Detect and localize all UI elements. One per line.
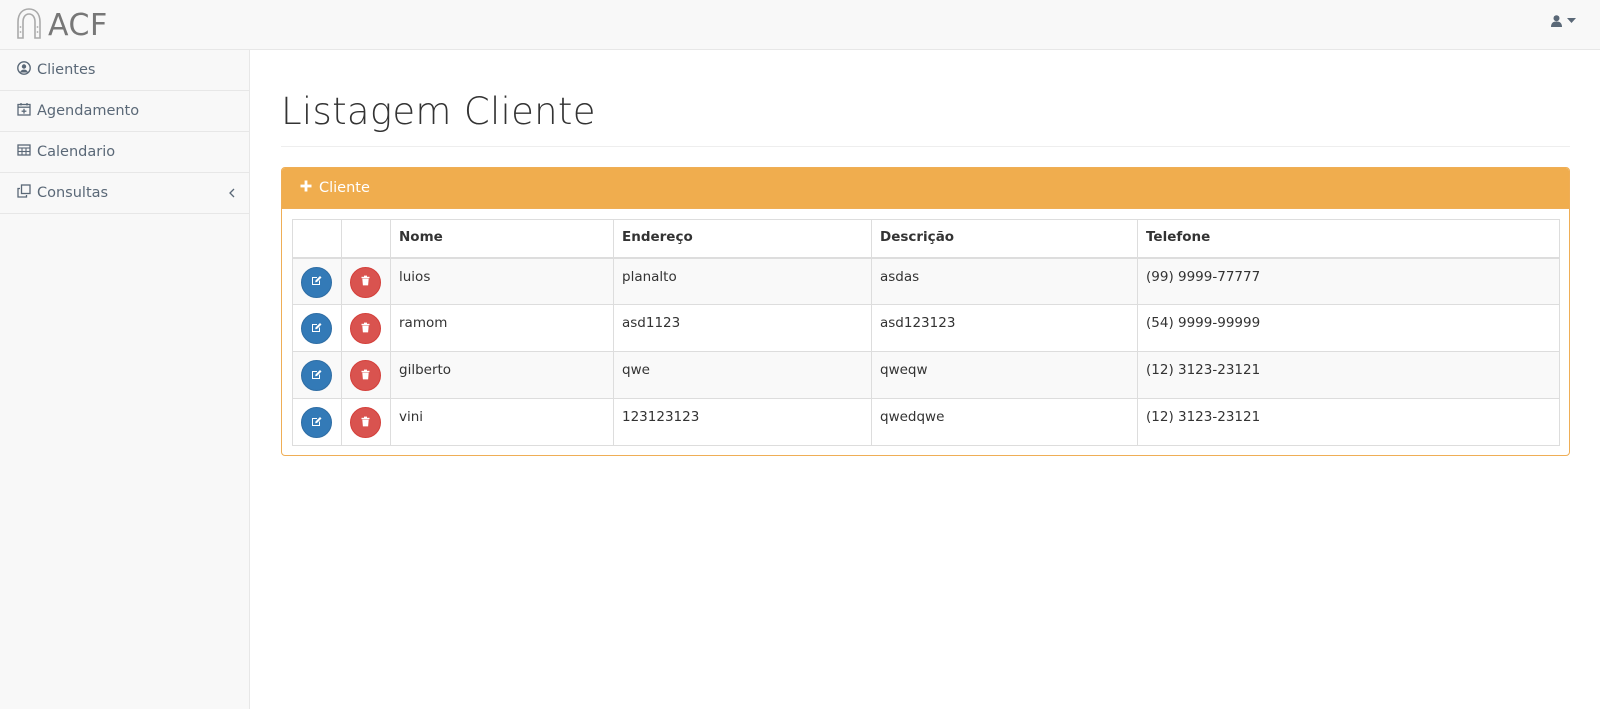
table-row: ramom asd1123 asd123123 (54) 9999-99999 [292, 304, 1560, 352]
table-row: vini 123123123 qwedqwe (12) 3123-23121 [292, 398, 1560, 446]
panel-body: Nome Endereço Descrição Telefone luios p… [282, 209, 1569, 455]
cell-endereco: 123123123 [613, 398, 872, 446]
plus-icon [300, 180, 319, 196]
delete-button[interactable] [350, 313, 381, 344]
trash-icon [360, 321, 371, 337]
sidebar: Clientes Agendamento Calendario Consulta… [0, 50, 250, 709]
page-title: Listagem Cliente [281, 90, 596, 133]
cell-descricao: asd123123 [871, 304, 1138, 352]
add-cliente-button[interactable]: Cliente [282, 168, 1569, 209]
sidebar-item-label: Agendamento [37, 103, 140, 119]
cell-telefone: (99) 9999-77777 [1137, 257, 1560, 305]
header-telefone: Telefone [1137, 219, 1560, 259]
calendar-plus-icon [17, 102, 37, 120]
sidebar-item-calendario[interactable]: Calendario [0, 132, 249, 173]
trash-icon [360, 368, 371, 384]
edit-icon [311, 321, 322, 337]
sidebar-item-agendamento[interactable]: Agendamento [0, 91, 249, 132]
sidebar-item-clientes[interactable]: Clientes [0, 50, 249, 91]
table-header-row: Nome Endereço Descrição Telefone [292, 219, 1560, 259]
edit-icon [311, 415, 322, 431]
header-edit-col [292, 219, 342, 259]
header-nome: Nome [390, 219, 614, 259]
cell-descricao: qweqw [871, 351, 1138, 399]
edit-icon [311, 368, 322, 384]
main-content: Listagem Cliente Cliente Nome Endereço D… [281, 50, 1570, 456]
sidebar-item-consultas[interactable]: Consultas [0, 173, 249, 214]
clientes-panel: Cliente Nome Endereço Descrição Telefone [281, 167, 1570, 456]
cell-telefone: (12) 3123-23121 [1137, 351, 1560, 399]
sidebar-item-label: Calendario [37, 144, 116, 160]
cell-nome: gilberto [390, 351, 614, 399]
delete-button[interactable] [350, 407, 381, 438]
clone-icon [17, 184, 37, 202]
cell-endereco: asd1123 [613, 304, 872, 352]
user-circle-icon [17, 61, 37, 79]
edit-button[interactable] [301, 360, 332, 391]
chevron-left-icon[interactable] [225, 186, 235, 200]
clientes-table: Nome Endereço Descrição Telefone luios p… [292, 219, 1560, 446]
table-icon [17, 143, 37, 161]
edit-icon [311, 274, 322, 290]
horseshoe-logo-icon [14, 7, 44, 43]
edit-button[interactable] [301, 313, 332, 344]
sidebar-item-label: Consultas [37, 185, 109, 201]
header-endereco: Endereço [613, 219, 872, 259]
user-icon [1551, 15, 1562, 27]
header-delete-col [341, 219, 391, 259]
sidebar-item-label: Clientes [37, 62, 96, 78]
cell-nome: luios [390, 257, 614, 305]
edit-button[interactable] [301, 266, 332, 298]
title-divider [281, 146, 1570, 147]
cell-descricao: asdas [871, 257, 1138, 305]
add-cliente-label: Cliente [319, 180, 370, 196]
trash-icon [360, 415, 371, 431]
caret-down-icon [1567, 18, 1576, 24]
edit-button[interactable] [301, 407, 332, 438]
brand-name: ACF [48, 7, 108, 43]
cell-nome: vini [390, 398, 614, 446]
brand[interactable]: ACF [14, 7, 108, 43]
cell-telefone: (12) 3123-23121 [1137, 398, 1560, 446]
cell-telefone: (54) 9999-99999 [1137, 304, 1560, 352]
cell-descricao: qwedqwe [871, 398, 1138, 446]
table-row: luios planalto asdas (99) 9999-77777 [292, 257, 1560, 305]
top-navbar: ACF [0, 0, 1600, 50]
cell-endereco: qwe [613, 351, 872, 399]
cell-nome: ramom [390, 304, 614, 352]
delete-button[interactable] [350, 266, 381, 298]
table-row: gilberto qwe qweqw (12) 3123-23121 [292, 351, 1560, 399]
cell-endereco: planalto [613, 257, 872, 305]
header-descricao: Descrição [871, 219, 1138, 259]
user-menu[interactable] [1551, 15, 1576, 27]
trash-icon [360, 274, 371, 290]
delete-button[interactable] [350, 360, 381, 391]
